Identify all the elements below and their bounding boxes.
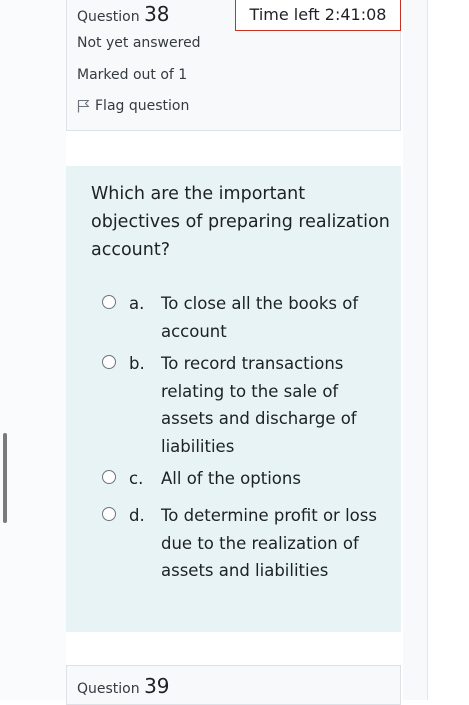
question-number: Question 39 xyxy=(77,674,170,698)
question-number: Question 38 xyxy=(77,2,170,26)
marks-info: Marked out of 1 xyxy=(77,67,188,83)
scrollbar-thumb[interactable] xyxy=(3,433,7,523)
flag-icon xyxy=(77,99,90,113)
answer-text: To determine profit or loss due to the r… xyxy=(161,506,377,580)
answer-option-c[interactable]: c. All of the options xyxy=(102,465,381,493)
question-number-value: 39 xyxy=(144,674,170,698)
answer-text: All of the options xyxy=(161,469,301,488)
answer-text: To record transactions relating to the s… xyxy=(161,354,357,456)
answer-option-a[interactable]: a. To close all the books of account xyxy=(102,290,381,345)
time-left: Time left 2:41:08 xyxy=(235,0,401,31)
answer-letter: c. xyxy=(129,469,144,488)
answer-status: Not yet answered xyxy=(77,35,201,51)
left-margin xyxy=(0,0,66,700)
question-label: Question xyxy=(77,681,140,697)
answer-text: To close all the books of account xyxy=(161,294,359,341)
radio-button[interactable] xyxy=(102,507,116,521)
question-content: Which are the important objectives of pr… xyxy=(66,166,401,632)
question-text: Which are the important objectives of pr… xyxy=(91,184,390,260)
radio-button[interactable] xyxy=(102,295,116,309)
right-divider xyxy=(427,0,428,700)
flag-question-button[interactable]: Flag question xyxy=(77,98,189,114)
right-margin xyxy=(403,0,427,700)
radio-button[interactable] xyxy=(102,355,116,369)
answer-option-b[interactable]: b. To record transactions relating to th… xyxy=(102,350,381,460)
flag-question-label: Flag question xyxy=(95,98,190,114)
answer-option-d[interactable]: d. To determine profit or loss due to th… xyxy=(102,502,381,585)
next-question-panel: Question 39 xyxy=(66,665,401,705)
answer-letter: b. xyxy=(129,354,145,373)
answer-letter: a. xyxy=(129,294,145,313)
radio-button[interactable] xyxy=(102,470,116,484)
answer-letter: d. xyxy=(129,506,145,525)
question-number-value: 38 xyxy=(144,2,170,26)
question-label: Question xyxy=(77,9,140,25)
